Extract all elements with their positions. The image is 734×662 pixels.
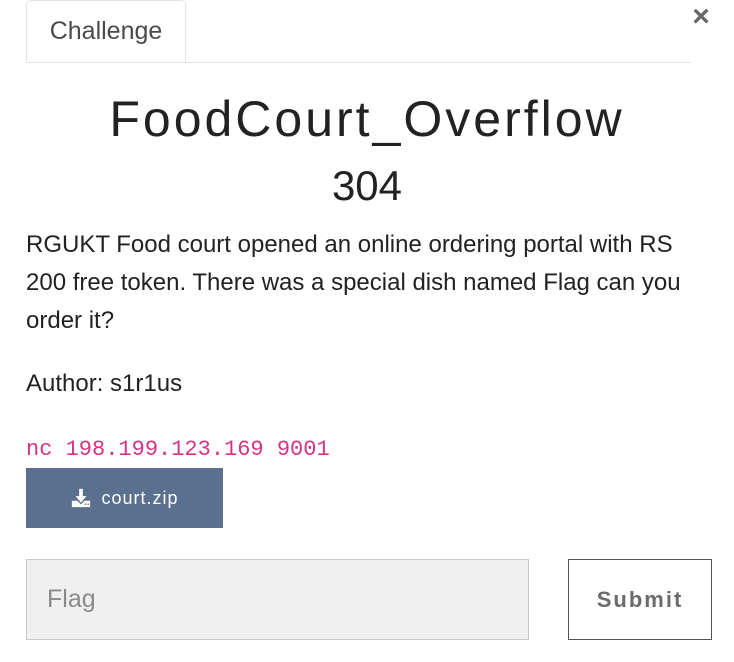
challenge-title: FoodCourt_Overflow [109,91,625,147]
download-file-label: court.zip [101,487,179,508]
modal-tab-bar: Challenge [26,0,691,63]
challenge-points: 304 [331,162,403,209]
download-file-button[interactable]: court.zip [26,468,223,528]
download-icon [70,487,92,509]
close-icon[interactable]: × [686,2,716,32]
tab-challenge[interactable]: Challenge [26,0,186,62]
challenge-description: RGUKT Food court opened an online orderi… [26,231,681,334]
flag-input[interactable] [26,559,529,640]
connection-info: nc 198.199.123.169 9001 [26,437,330,462]
challenge-author: Author: s1r1us [26,370,183,397]
submit-button[interactable]: Submit [568,559,712,640]
